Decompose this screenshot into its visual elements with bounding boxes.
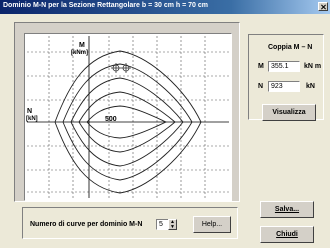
m-unit: kN m	[304, 63, 322, 70]
y-axis-unit: [kNm]	[71, 50, 88, 56]
curves-label: Numero di curve per dominio M-N	[30, 221, 143, 228]
domain-plot-svg: M [kNm] N [kN] 500	[26, 36, 229, 198]
x-tick-label: 500	[105, 116, 117, 123]
x-axis-label: N	[27, 108, 32, 115]
n-label: N	[258, 83, 264, 90]
chiudi-button[interactable]: Chiudi	[260, 226, 314, 243]
help-button[interactable]: Help...	[193, 216, 231, 233]
y-axis-label: M	[79, 42, 85, 49]
domain-plot: M [kNm] N [kN] 500	[24, 33, 232, 201]
spinner-arrows-icon: ▲ ▼	[170, 219, 175, 230]
n-unit: kN	[306, 83, 315, 90]
n-value-field[interactable]: 923	[268, 81, 300, 92]
m-label: M	[258, 63, 264, 70]
curves-spinner[interactable]: ▲ ▼	[168, 219, 177, 230]
coppia-title: Coppia M – N	[268, 44, 313, 51]
main-window: Dominio M-N per la Sezione Rettangolare …	[0, 0, 330, 248]
visualizza-button[interactable]: Visualizza	[262, 104, 316, 121]
close-button[interactable]	[318, 2, 328, 11]
m-value-field[interactable]: 355.1	[268, 61, 300, 72]
window-title: Dominio M-N per la Sezione Rettangolare …	[3, 2, 208, 9]
salva-button[interactable]: Salva...	[260, 201, 314, 218]
title-bar: Dominio M-N per la Sezione Rettangolare …	[0, 0, 330, 14]
x-axis-unit: [kN]	[26, 116, 38, 122]
